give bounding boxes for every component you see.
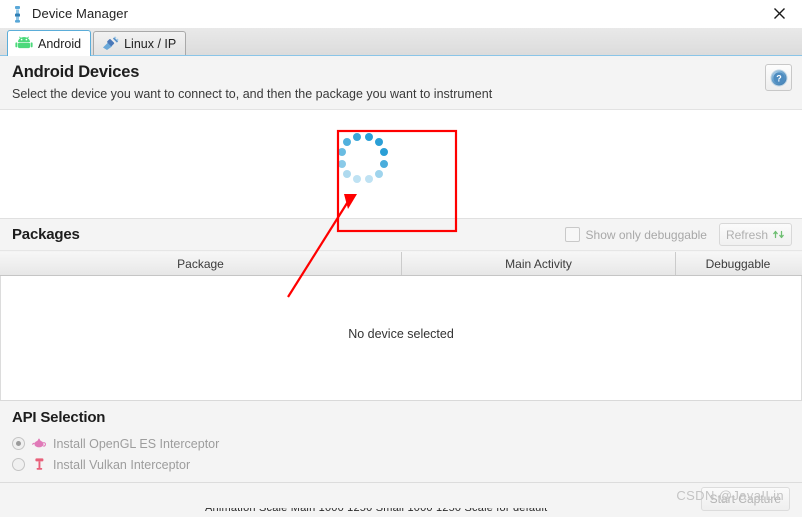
packages-header: Packages Show only debuggable Refresh: [0, 218, 802, 251]
device-manager-window: Device Manager Android Linux / IP Androi…: [0, 0, 802, 517]
refresh-button-label: Refresh: [725, 227, 768, 242]
device-list-area: [0, 110, 802, 218]
api-selection-title: API Selection: [12, 409, 106, 426]
page-title: Android Devices: [12, 63, 140, 81]
spinner-dot: [353, 132, 362, 141]
spinner-dot: [343, 169, 352, 178]
packages-title: Packages: [12, 226, 80, 243]
spinner-dot: [343, 138, 352, 147]
radio-opengl-label: Install OpenGL ES Interceptor: [53, 436, 220, 451]
radio-install-opengl-es-interceptor[interactable]: Install OpenGL ES Interceptor: [12, 433, 802, 454]
android-robot-icon: [15, 36, 33, 52]
close-icon[interactable]: [756, 0, 802, 27]
tab-linux-ip[interactable]: Linux / IP: [93, 31, 187, 55]
packages-toolbar: Show only debuggable Refresh: [564, 223, 792, 246]
svg-text:?: ?: [776, 73, 782, 83]
vulkan-icon: [32, 457, 47, 472]
column-header-debuggable[interactable]: Debuggable: [676, 252, 800, 275]
loading-spinner: [335, 130, 391, 186]
radio-install-vulkan-interceptor[interactable]: Install Vulkan Interceptor: [12, 454, 802, 475]
refresh-button[interactable]: Refresh: [718, 223, 792, 246]
spinner-dot: [380, 159, 389, 168]
spinner-dot: [353, 175, 362, 184]
device-icon: [9, 5, 25, 23]
column-header-main-activity[interactable]: Main Activity: [402, 252, 676, 275]
show-only-debuggable-checkbox[interactable]: [564, 227, 580, 242]
show-only-debuggable-label: Show only debuggable: [585, 227, 707, 242]
spinner-dot: [337, 148, 346, 157]
spinner-dot: [374, 138, 383, 147]
spinner-dot: [380, 148, 389, 157]
spinner-dot: [374, 169, 383, 178]
spinner-dot: [364, 132, 373, 141]
title-bar: Device Manager: [0, 0, 802, 28]
radio-opengl-indicator[interactable]: [12, 437, 25, 450]
android-devices-header: Android Devices Select the device you wa…: [0, 56, 802, 110]
radio-vulkan-label: Install Vulkan Interceptor: [53, 457, 191, 472]
radio-vulkan-indicator[interactable]: [12, 458, 25, 471]
packages-table-header: Package Main Activity Debuggable: [0, 251, 802, 276]
spinner-dot: [337, 159, 346, 168]
teapot-icon: [32, 436, 47, 451]
api-selection-section: API Selection Install OpenGL ES Intercep…: [0, 400, 802, 482]
window-title: Device Manager: [32, 6, 129, 21]
tab-linux-ip-label: Linux / IP: [124, 36, 177, 51]
empty-state-message: No device selected: [348, 327, 454, 341]
page-subtitle: Select the device you want to connect to…: [12, 87, 493, 101]
footer-bar: Start Capture Animation Scale Main 1000 …: [0, 482, 802, 517]
refresh-arrows-icon: [773, 230, 784, 239]
plug-connector-icon: [101, 35, 119, 52]
spinner-dot: [364, 175, 373, 184]
help-question-icon[interactable]: ?: [765, 64, 792, 91]
content-area: Android Devices Select the device you wa…: [0, 56, 802, 517]
column-header-package[interactable]: Package: [0, 252, 402, 275]
tab-android[interactable]: Android: [7, 30, 92, 56]
tab-strip: Android Linux / IP: [0, 28, 802, 56]
packages-table-body: No device selected: [0, 276, 802, 400]
background-bleed-text: Animation Scale Main 1000 1250 Small 100…: [205, 508, 548, 514]
tab-android-label: Android: [38, 36, 82, 51]
